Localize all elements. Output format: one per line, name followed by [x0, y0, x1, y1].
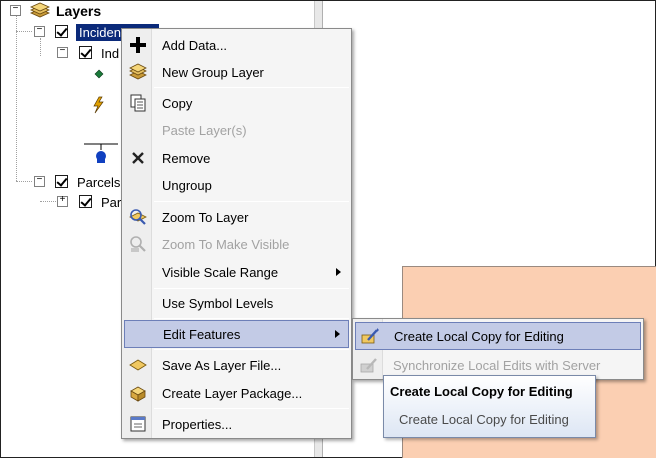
menu-item-ungroup[interactable]: Ungroup [124, 172, 349, 198]
tree-line [16, 31, 32, 32]
copy-icon [130, 94, 146, 112]
layer-package-icon [130, 386, 146, 402]
tooltip-title: Create Local Copy for Editing [390, 384, 573, 399]
incidents-layer-checkbox[interactable] [79, 46, 92, 59]
edit-features-submenu: Create Local Copy for Editing Synchroniz… [352, 318, 644, 380]
layer-context-menu: Add Data... New Group Layer Copy Paste L… [121, 28, 352, 439]
submenu-arrow-icon [336, 268, 341, 276]
menu-item-add-data[interactable]: Add Data... [124, 32, 349, 58]
submenu-arrow-icon [335, 330, 340, 338]
tooltip-body: Create Local Copy for Editing [399, 412, 569, 427]
menu-item-save-as-layer-file[interactable]: Save As Layer File... [124, 352, 349, 378]
incidents-group-checkbox[interactable] [55, 25, 68, 38]
menu-separator [154, 288, 349, 289]
menu-item-edit-features[interactable]: Edit Features [124, 320, 349, 348]
menu-separator [154, 408, 349, 409]
layers-root-label[interactable]: Layers [56, 3, 101, 19]
group-layer-icon [129, 63, 147, 80]
parcels-layer-checkbox[interactable] [79, 195, 92, 208]
parcels-layer-label[interactable]: Par [101, 195, 121, 210]
point-symbol-icon [94, 69, 104, 79]
tree-line [40, 38, 41, 56]
menu-item-create-layer-package[interactable]: Create Layer Package... [124, 380, 349, 406]
parcels-group-label[interactable]: Parcels [77, 175, 120, 190]
tree-line [16, 16, 17, 181]
layer-file-icon [129, 359, 147, 371]
properties-icon [130, 416, 146, 432]
menu-item-zoom-to-layer[interactable]: Zoom To Layer [124, 204, 349, 230]
collapse-toggle-incidents-group[interactable]: − [34, 26, 45, 37]
menu-item-create-local-copy[interactable]: Create Local Copy for Editing [355, 322, 641, 350]
hydrant-symbol-icon [84, 143, 118, 163]
expand-toggle-parcels-layer[interactable]: + [57, 196, 68, 207]
tree-line [16, 181, 32, 182]
remove-icon [132, 152, 144, 164]
lightning-symbol-icon [93, 96, 104, 114]
menu-item-visible-scale-range[interactable]: Visible Scale Range [124, 259, 349, 285]
menu-item-use-symbol-levels[interactable]: Use Symbol Levels [124, 290, 349, 316]
zoom-to-visible-icon [130, 236, 146, 252]
menu-item-properties[interactable]: Properties... [124, 411, 349, 437]
menu-item-new-group-layer[interactable]: New Group Layer [124, 59, 349, 85]
synchronize-icon [360, 358, 377, 373]
zoom-to-layer-icon [129, 209, 147, 225]
menu-item-paste-layers[interactable]: Paste Layer(s) [124, 117, 349, 143]
menu-item-zoom-to-make-visible[interactable]: Zoom To Make Visible [124, 231, 349, 257]
menu-separator [154, 87, 349, 88]
tooltip: Create Local Copy for Editing Create Loc… [383, 375, 596, 438]
menu-separator [154, 349, 349, 350]
create-local-copy-icon [361, 328, 379, 344]
menu-item-copy[interactable]: Copy [124, 90, 349, 116]
parcels-group-checkbox[interactable] [55, 175, 68, 188]
collapse-toggle-incidents-layer[interactable]: − [57, 47, 68, 58]
tree-line [40, 201, 58, 202]
menu-separator [154, 201, 349, 202]
collapse-toggle-layers[interactable]: − [10, 5, 21, 16]
menu-separator [154, 318, 349, 319]
add-data-icon [130, 37, 146, 53]
menu-item-remove[interactable]: Remove [124, 145, 349, 171]
incidents-layer-label[interactable]: Ind [101, 46, 119, 61]
collapse-toggle-parcels-group[interactable]: − [34, 176, 45, 187]
layers-stack-icon [30, 2, 50, 18]
